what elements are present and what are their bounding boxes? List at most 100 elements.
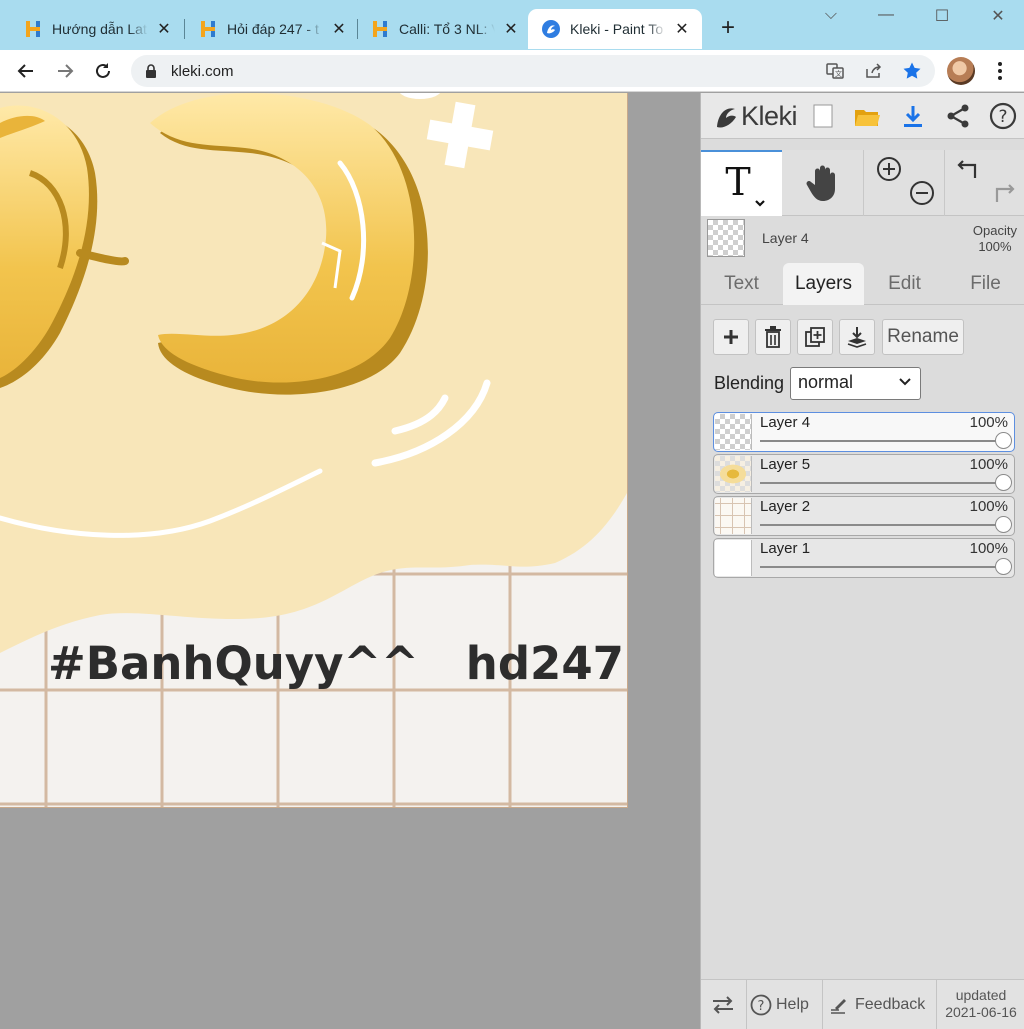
reload-button[interactable]	[90, 58, 116, 84]
layer-thumbnail	[715, 540, 752, 576]
canvas-area[interactable]: #BanhQuyy^^ hd247	[0, 93, 700, 1029]
close-tab-icon[interactable]: ✕	[674, 19, 690, 39]
layer-opacity-handle[interactable]	[995, 516, 1012, 533]
back-button[interactable]	[13, 58, 39, 84]
zoom-in-icon[interactable]	[876, 156, 902, 182]
share-page-icon[interactable]	[863, 61, 883, 81]
svg-text:T: T	[725, 160, 750, 204]
forward-button[interactable]	[52, 58, 78, 84]
add-layer-button[interactable]	[713, 319, 749, 355]
current-layer-status: Layer 4 Opacity 100%	[701, 217, 1024, 261]
address-bar[interactable]: kleki.com 文	[131, 55, 935, 87]
bookmark-star-icon[interactable]	[902, 61, 922, 81]
layer-name: Layer 5	[760, 456, 811, 473]
kleki-favicon-icon	[542, 20, 560, 38]
help-label: Help	[776, 996, 809, 1013]
layer-opacity-slider[interactable]	[760, 474, 1012, 491]
svg-text:文: 文	[835, 69, 842, 78]
feedback-label: Feedback	[855, 996, 926, 1013]
undo-icon[interactable]	[957, 156, 983, 182]
tab-title: Hướng dẫn Lat	[52, 21, 147, 37]
hoidap-favicon-icon	[26, 21, 40, 37]
updated-info: updated 2021-06-16	[941, 987, 1021, 1021]
duplicate-layer-button[interactable]	[797, 319, 833, 355]
tool-panel: Kleki ? T Layer 4 Opacity 100% Text Laye…	[700, 93, 1024, 1029]
lock-icon	[146, 64, 156, 78]
rename-layer-button[interactable]: Rename	[882, 319, 964, 355]
browser-menu-button[interactable]	[990, 58, 1010, 88]
tab-search-button[interactable]: ⌵	[817, 6, 845, 24]
layer-opacity-handle[interactable]	[995, 432, 1012, 449]
brand-name: Kleki	[741, 101, 798, 131]
text-tool-icon: T	[725, 160, 765, 207]
zoom-out-icon[interactable]	[909, 180, 935, 206]
merge-layer-button[interactable]	[839, 319, 875, 355]
merge-down-icon	[847, 327, 867, 348]
blending-value: normal	[798, 372, 854, 392]
translate-icon[interactable]: 文	[825, 61, 845, 81]
layer-opacity-slider[interactable]	[760, 432, 1012, 449]
hand-icon	[806, 165, 835, 201]
help-link[interactable]: ? Help	[750, 980, 809, 1029]
layer-opacity-slider[interactable]	[760, 516, 1012, 533]
browser-tab-2[interactable]: Hỏi đáp 247 - t ✕	[175, 9, 357, 49]
tab-title: Kleki - Paint To	[570, 21, 664, 37]
tab-title: Hỏi đáp 247 - t	[227, 21, 319, 37]
open-file-button[interactable]	[853, 102, 881, 130]
close-tab-icon[interactable]: ✕	[503, 19, 519, 39]
new-image-button[interactable]	[809, 102, 837, 130]
layer-opacity: 100%	[969, 456, 1008, 473]
redo-icon[interactable]	[989, 180, 1015, 206]
swap-side-button[interactable]	[711, 980, 735, 1029]
layer-item[interactable]: Layer 4 100%	[713, 412, 1015, 452]
tool-selector: T	[701, 150, 1024, 216]
browser-tab-1[interactable]: Hướng dẫn Lat ✕	[0, 9, 182, 49]
text-tool[interactable]: T	[701, 150, 782, 216]
tab-file[interactable]: File	[945, 263, 1024, 305]
chevron-down-icon	[899, 378, 911, 386]
tab-title: Calli: Tổ 3 NL: V	[399, 21, 495, 37]
download-icon	[904, 106, 922, 127]
layer-thumbnail	[715, 498, 752, 534]
maximize-button[interactable]: ☐	[928, 6, 956, 26]
tab-text[interactable]: Text	[701, 263, 782, 305]
feedback-pen-icon	[831, 999, 846, 1014]
layer-item[interactable]: Layer 5 100%	[713, 454, 1015, 494]
browser-tab-bar: Hướng dẫn Lat ✕ Hỏi đáp 247 - t ✕ Calli:…	[0, 0, 1024, 50]
tab-edit[interactable]: Edit	[864, 263, 945, 305]
artwork-canvas[interactable]: #BanhQuyy^^ hd247	[0, 93, 627, 807]
blending-select[interactable]: normal	[790, 367, 921, 400]
close-window-button[interactable]: ✕	[984, 6, 1012, 26]
delete-layer-button[interactable]	[755, 319, 791, 355]
browser-tab-kleki[interactable]: Kleki - Paint To ✕	[528, 9, 702, 49]
duplicate-icon	[805, 327, 825, 347]
close-tab-icon[interactable]: ✕	[331, 19, 347, 39]
layer-opacity-handle[interactable]	[995, 474, 1012, 491]
url-text: kleki.com	[171, 63, 234, 80]
current-layer-thumbnail	[707, 219, 745, 257]
tab-layers[interactable]: Layers	[783, 263, 864, 305]
layer-thumbnail	[715, 456, 752, 492]
help-button[interactable]: ?	[989, 102, 1017, 130]
plus-icon	[724, 330, 738, 344]
updated-label: updated	[955, 987, 1007, 1003]
close-tab-icon[interactable]: ✕	[156, 19, 172, 39]
layer-item[interactable]: Layer 2 100%	[713, 496, 1015, 536]
svg-text:?: ?	[758, 999, 765, 1014]
browser-tab-3[interactable]: Calli: Tổ 3 NL: V ✕	[347, 9, 529, 49]
kleki-logo[interactable]: Kleki	[713, 101, 798, 132]
feedback-link[interactable]: Feedback	[829, 980, 925, 1029]
minimize-button[interactable]: —	[872, 6, 900, 24]
hoidap-favicon-icon	[373, 21, 387, 37]
layer-name: Layer 2	[760, 498, 811, 515]
trash-icon	[765, 326, 781, 348]
profile-avatar[interactable]	[947, 57, 975, 85]
new-tab-button[interactable]: +	[716, 16, 740, 40]
layer-opacity-handle[interactable]	[995, 558, 1012, 575]
hand-tool[interactable]	[782, 150, 863, 216]
download-button[interactable]	[899, 102, 927, 130]
layer-item[interactable]: Layer 1 100%	[713, 538, 1015, 578]
layer-opacity-slider[interactable]	[760, 558, 1012, 575]
share-button[interactable]	[944, 102, 972, 130]
current-layer-name: Layer 4	[762, 230, 809, 246]
